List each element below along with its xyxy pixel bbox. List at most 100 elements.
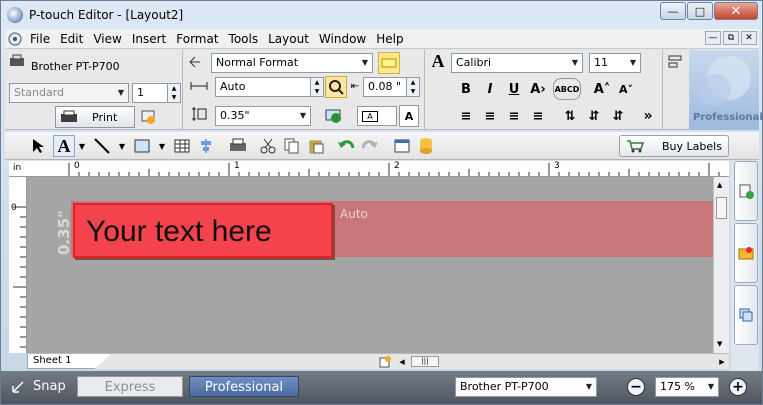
copy-icon[interactable] (281, 135, 303, 157)
margin-spinner[interactable]: ▲ ▼ (406, 77, 420, 97)
copies-spinner[interactable]: ▲ ▼ (167, 83, 181, 103)
print-button[interactable]: Print (55, 106, 135, 128)
underline-button[interactable]: U (503, 78, 525, 100)
line-tool-dropdown-icon[interactable]: ▼ (117, 141, 127, 151)
align-left-icon[interactable]: ≡ (455, 105, 477, 127)
format-select[interactable]: Normal Format ▼ (211, 53, 373, 73)
vertical-center-icon[interactable]: ⇵ (583, 105, 605, 127)
menu-file[interactable]: File (25, 29, 55, 49)
shape-tool-icon[interactable] (131, 135, 153, 157)
side-tab-objects[interactable] (734, 223, 758, 283)
mdi-restore-button[interactable]: ⧉ (723, 31, 739, 45)
menu-tools[interactable]: Tools (224, 29, 264, 49)
close-button[interactable]: ✕ (714, 2, 758, 20)
menu-layout[interactable]: Layout (263, 29, 314, 49)
width-select[interactable]: 0.35" ▼ (215, 106, 311, 126)
tape-settings-icon[interactable] (323, 105, 349, 127)
auto-length-button[interactable] (325, 76, 347, 98)
undo-icon[interactable] (335, 135, 357, 157)
menu-view[interactable]: View (88, 29, 126, 49)
more-format-button[interactable]: » (637, 105, 659, 127)
grow-font-button[interactable]: A˄ (591, 78, 613, 100)
menu-format[interactable]: Format (171, 29, 223, 49)
character-spacing-button[interactable]: ABCD (553, 78, 581, 100)
shape-tool-dropdown-icon[interactable]: ▼ (157, 141, 167, 151)
sheet-tab[interactable]: Sheet 1 (27, 354, 111, 369)
redo-icon[interactable] (359, 135, 381, 157)
length-input[interactable]: Auto (215, 77, 311, 97)
paste-icon[interactable] (305, 135, 327, 157)
snap-toggle[interactable]: Snap (11, 376, 66, 397)
maximize-button[interactable]: □ (687, 2, 713, 20)
layout-group (665, 50, 687, 130)
database-icon[interactable] (415, 135, 437, 157)
minimize-button[interactable]: — (660, 2, 686, 20)
tape-length-label: Auto (340, 207, 368, 221)
menu-window[interactable]: Window (314, 29, 371, 49)
shrink-font-button[interactable]: A˅ (615, 78, 637, 100)
menu-help[interactable]: Help (371, 29, 408, 49)
printer-icon (9, 54, 25, 68)
new-sheet-icon[interactable] (379, 356, 391, 368)
italic-button[interactable]: I (479, 78, 501, 100)
mdi-close-button[interactable]: ✕ (741, 31, 757, 45)
app-window: P-touch Editor - [Layout2] — □ ✕ File Ed… (0, 0, 763, 405)
buy-labels-button[interactable]: Buy Labels (619, 135, 729, 157)
format-group: Normal Format ▼ Auto ▲ ▼ ⇤ 0.08 " ▲ ▼ 0.35"… (185, 50, 425, 130)
zoom-in-icon[interactable]: + (729, 378, 747, 396)
mdi-minimize-button[interactable]: — (705, 31, 721, 45)
professional-mode-button[interactable]: Professional (189, 376, 299, 397)
bold-button[interactable]: B (455, 78, 477, 100)
vertical-scrollbar[interactable]: ▲ ▼ (713, 177, 729, 353)
doc-menu-icon[interactable] (7, 31, 23, 47)
align-objects-icon[interactable] (195, 135, 217, 157)
snap-icon (12, 380, 24, 393)
font-select[interactable]: Calibri ▼ (451, 53, 583, 73)
menu-insert[interactable]: Insert (127, 29, 171, 49)
scroll-left-arrow[interactable]: ◀ (397, 357, 407, 367)
side-tab-layout[interactable] (734, 285, 758, 345)
margin-icon: ⇤ (350, 80, 360, 92)
highlight-format-button[interactable] (378, 52, 400, 74)
vertical-bottom-icon[interactable]: ⇵ (607, 105, 629, 127)
status-printer-select[interactable]: Brother PT-P700 ▼ (455, 377, 597, 397)
text-tool-dropdown-icon[interactable]: ▼ (77, 141, 87, 151)
scroll-right-arrow[interactable]: ▶ (717, 357, 727, 367)
menu-edit[interactable]: Edit (55, 29, 88, 49)
zoom-out-icon[interactable]: − (627, 378, 645, 396)
line-tool-icon[interactable] (91, 135, 113, 157)
table-tool-icon[interactable] (171, 135, 193, 157)
express-mode-button[interactable]: Express (77, 376, 183, 397)
frame-style-select[interactable]: A (357, 106, 397, 126)
scroll-thumb[interactable] (716, 197, 727, 219)
side-tab-properties[interactable] (734, 161, 758, 221)
font-size-select[interactable]: 11 ▼ (589, 53, 641, 73)
label-text-object[interactable]: Your text here (73, 203, 333, 258)
align-right-icon[interactable]: ≡ (503, 105, 525, 127)
justify-icon[interactable]: ≡ (527, 105, 549, 127)
length-icon (189, 77, 209, 95)
scroll-down-arrow[interactable]: ▼ (717, 340, 722, 348)
margin-input[interactable]: 0.08 " (363, 77, 407, 97)
print-preview-icon[interactable] (227, 135, 249, 157)
format-arrows-icon (187, 54, 203, 70)
align-center-icon[interactable]: ≡ (479, 105, 501, 127)
layout-icon[interactable] (667, 54, 683, 70)
horizontal-scroll-thumb[interactable]: ||| (411, 356, 439, 367)
zoom-select[interactable]: 175 % ▼ (655, 377, 719, 397)
properties-icon[interactable] (391, 135, 413, 157)
window-title: P-touch Editor - [Layout2] (29, 7, 184, 22)
text-direction-button[interactable]: A (399, 105, 419, 127)
mode-select[interactable]: Standard ▼ (9, 83, 129, 103)
layout-canvas[interactable]: 0.35" Your text here Auto (27, 177, 713, 353)
text-tool-icon[interactable]: A (53, 135, 75, 157)
text-effect-button[interactable]: A› (527, 78, 549, 100)
vertical-align-icon[interactable]: ⇅ (559, 105, 581, 127)
horizontal-ruler: in 0 1 2 3 (9, 161, 729, 177)
scroll-up-arrow[interactable]: ▲ (717, 181, 722, 189)
copies-input[interactable]: 1 (132, 83, 168, 103)
select-tool-icon[interactable] (27, 135, 49, 157)
length-spinner[interactable]: ▲ ▼ (310, 77, 324, 97)
print-options-icon[interactable] (139, 108, 157, 126)
cut-icon[interactable] (257, 135, 279, 157)
